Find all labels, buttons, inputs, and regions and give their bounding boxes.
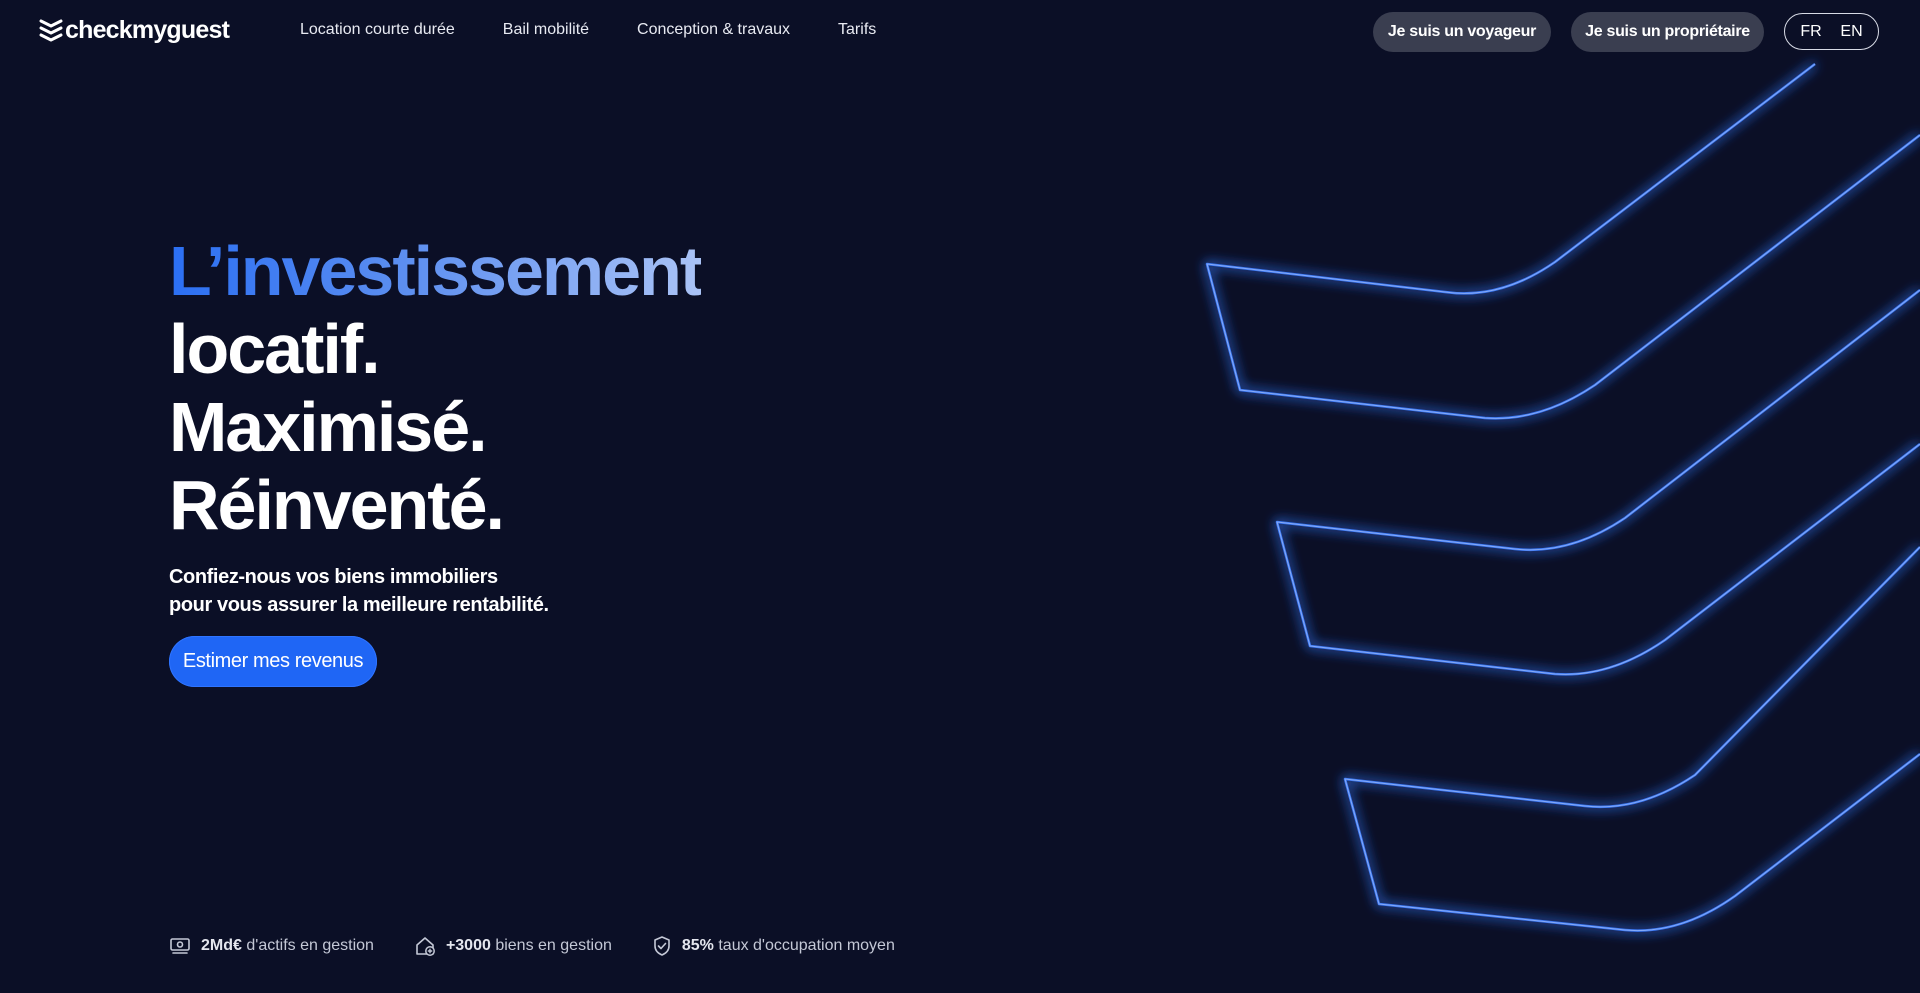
main-nav: Location courte durée Bail mobilité Conc…: [300, 19, 876, 41]
money-icon: [170, 938, 190, 954]
neon-chevron-1: [1205, 63, 1920, 420]
stat-assets-value: 2Md€: [201, 937, 242, 954]
stat-occupancy-value: 85%: [681, 937, 714, 954]
hero-subtitle: Confiez-nous vos biens immobiliers pour …: [169, 563, 549, 619]
site-header: checkmyguest Location courte durée Bail …: [0, 0, 1920, 60]
shield-check-icon: [654, 936, 670, 956]
hero-title-line-3: Maximisé.: [169, 388, 488, 466]
hero-subtitle-line-1: Confiez-nous vos biens immobiliers: [169, 566, 498, 588]
logo-icon: [39, 19, 63, 42]
stat-occupancy: 85% taux d'occupation moyen: [652, 935, 895, 957]
nav-tarifs[interactable]: Tarifs: [838, 19, 876, 41]
neon-chevron-3: [1343, 546, 1920, 932]
owner-button[interactable]: Je suis un propriétaire: [1571, 12, 1764, 52]
stat-properties-text: biens en gestion: [495, 937, 612, 954]
hero-title-line-1: L’investissement: [169, 232, 703, 310]
stat-occupancy-text: taux d'occupation moyen: [718, 937, 895, 954]
stat-assets-text: d'actifs en gestion: [246, 937, 374, 954]
stat-assets: 2Md€ d'actifs en gestion: [169, 936, 374, 956]
logo[interactable]: checkmyguest: [39, 16, 230, 44]
nav-bail-mobilite[interactable]: Bail mobilité: [503, 19, 589, 41]
stat-properties: +3000 biens en gestion: [414, 935, 612, 957]
hero-title-line-2: locatif.: [169, 310, 381, 388]
neon-chevron-2: [1275, 289, 1920, 676]
estimate-revenue-button[interactable]: Estimer mes revenus: [169, 636, 377, 687]
lang-en[interactable]: EN: [1840, 23, 1862, 41]
traveler-button[interactable]: Je suis un voyageur: [1373, 12, 1551, 52]
logo-text: checkmyguest: [65, 16, 230, 44]
hero-subtitle-line-2: pour vous assurer la meilleure rentabili…: [169, 594, 549, 616]
hero-title-line-4: Réinventé.: [169, 466, 505, 544]
lang-fr[interactable]: FR: [1800, 23, 1821, 41]
hero-title: L’investissement locatif. Maximisé. Réin…: [169, 232, 703, 544]
house-plus-icon: [416, 937, 435, 956]
stat-properties-value: +3000: [445, 937, 491, 954]
stats-bar: 2Md€ d'actifs en gestion +3000 biens en …: [169, 935, 895, 957]
nav-location-courte-duree[interactable]: Location courte durée: [300, 19, 455, 41]
language-switcher: FR EN: [1784, 13, 1879, 50]
nav-conception-travaux[interactable]: Conception & travaux: [637, 19, 790, 41]
